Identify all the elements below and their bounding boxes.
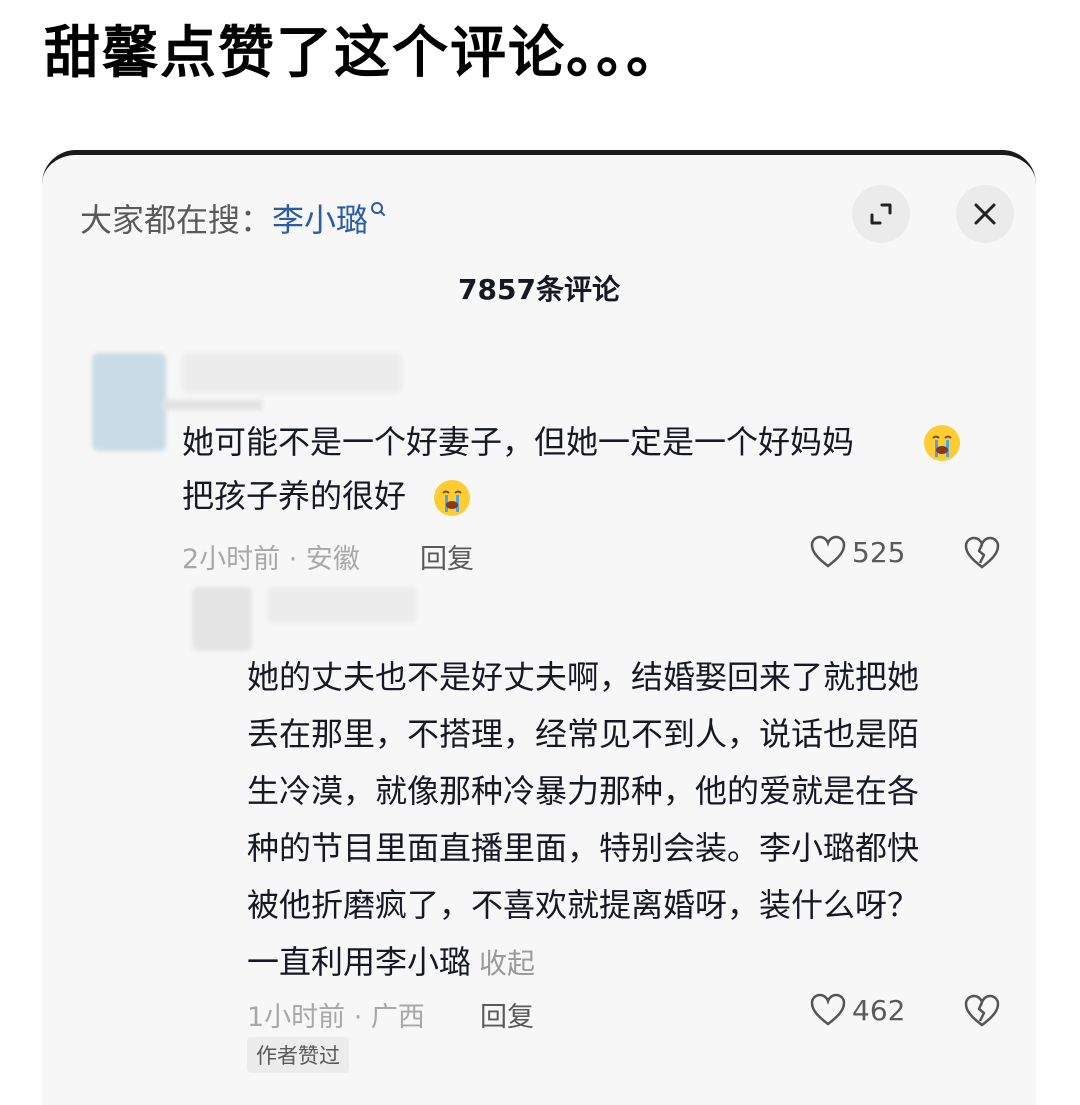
comment-2-like-button[interactable]: 462	[810, 993, 905, 1027]
search-mini-icon	[370, 193, 388, 231]
blurred-username	[182, 353, 402, 393]
comment-1-like-count: 525	[852, 535, 906, 569]
crying-emoji-icon	[922, 423, 962, 463]
broken-heart-icon	[964, 994, 1000, 1027]
close-button[interactable]	[956, 185, 1014, 243]
expand-icon	[870, 203, 892, 225]
comment-count-title: 7857条评论	[458, 273, 620, 306]
author-liked-badge: 作者赞过	[247, 1037, 349, 1073]
blurred-username	[267, 587, 417, 623]
comment-2-like-count: 462	[852, 993, 906, 1027]
comments-panel: 大家都在搜：李小璐 7857条评论 她可能不是一个好妻子，但她一定是一个好妈妈 …	[42, 150, 1036, 1105]
heart-icon	[810, 993, 846, 1026]
heart-icon	[810, 535, 846, 568]
trending-search-term[interactable]: 李小璐	[272, 201, 368, 239]
comment-1-dislike-button[interactable]	[964, 536, 1000, 574]
blurred-avatar	[192, 587, 252, 651]
blurred-avatar	[92, 353, 166, 451]
comment-1-body: 她可能不是一个好妻子，但她一定是一个好妈妈 把孩子养的很好	[182, 423, 855, 515]
close-icon	[974, 203, 996, 225]
comment-1-like-button[interactable]: 525	[810, 535, 905, 569]
crying-emoji-icon	[432, 478, 472, 518]
expand-button[interactable]	[852, 185, 910, 243]
comment-2-collapse-button[interactable]: 收起	[479, 947, 535, 980]
comment-2-dislike-button[interactable]	[964, 994, 1000, 1032]
comment-1-text: 她可能不是一个好妻子，但她一定是一个好妈妈 把孩子养的很好	[182, 415, 982, 523]
broken-heart-icon	[964, 536, 1000, 569]
trending-search-prefix: 大家都在搜：	[80, 201, 273, 239]
comment-2-text: 她的丈夫也不是好丈夫啊，结婚娶回来了就把她 丢在那里，不搭理，经常见不到人，说话…	[247, 649, 1007, 992]
screenshot-page: 甜馨点赞了这个评论。。。 大家都在搜：李小璐 7857条评论 她可能不是一个好妻…	[0, 0, 1080, 1105]
comment-2-meta: 1小时前 · 广西	[247, 1002, 425, 1033]
comment-2-reply-button[interactable]: 回复	[480, 995, 534, 1034]
comment-1-meta: 2小时前 · 安徽	[182, 544, 360, 575]
headline-caption: 甜馨点赞了这个评论。。。	[44, 21, 684, 86]
comment-2-body: 她的丈夫也不是好丈夫啊，结婚娶回来了就把她 丢在那里，不搭理，经常见不到人，说话…	[247, 658, 920, 981]
comment-1-reply-button[interactable]: 回复	[420, 537, 474, 576]
trending-search-row[interactable]: 大家都在搜：李小璐	[80, 195, 388, 241]
blurred-username-shadow	[162, 400, 262, 410]
